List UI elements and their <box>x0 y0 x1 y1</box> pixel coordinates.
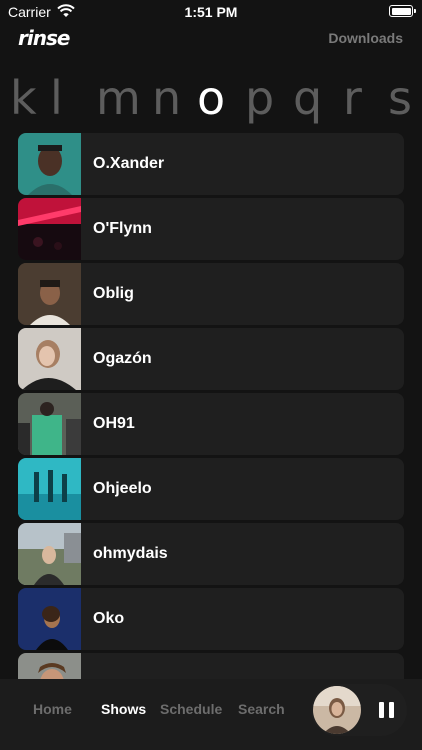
artist-name: O'Flynn <box>93 220 152 237</box>
artist-photo <box>18 198 81 260</box>
artist-row[interactable]: Oblig <box>18 263 404 325</box>
artist-name: Ohjeelo <box>93 480 152 497</box>
letter-l[interactable]: l <box>50 70 63 126</box>
letter-o[interactable]: o <box>197 70 225 126</box>
artist-row[interactable]: Ogazón <box>18 328 404 390</box>
artist-name: OH91 <box>93 415 135 432</box>
tab-search[interactable]: Search <box>238 701 285 717</box>
artist-row[interactable]: Oko <box>18 588 404 650</box>
letter-n[interactable]: n <box>152 70 181 126</box>
artist-photo <box>18 588 81 650</box>
artist-name: Oko <box>93 610 125 627</box>
artist-row[interactable]: ohmydais <box>18 523 404 585</box>
app-header: rinse Downloads <box>0 24 422 64</box>
artist-row[interactable]: O.Xander <box>18 133 404 195</box>
pause-icon[interactable] <box>379 702 394 718</box>
tab-shows[interactable]: Shows <box>101 701 146 717</box>
letter-r[interactable]: r <box>343 70 362 126</box>
clock: 1:51 PM <box>184 4 238 20</box>
artist-photo <box>18 393 81 455</box>
letter-p[interactable]: p <box>245 70 274 126</box>
artist-row[interactable]: Ohjeelo <box>18 458 404 520</box>
artist-row[interactable] <box>18 653 404 679</box>
artist-photo <box>18 458 81 520</box>
mini-player[interactable] <box>311 684 407 736</box>
letter-q[interactable]: q <box>293 70 322 126</box>
battery-icon <box>389 5 416 17</box>
artist-name: Oblig <box>93 285 134 302</box>
tab-home[interactable]: Home <box>33 701 72 717</box>
artist-row[interactable]: OH91 <box>18 393 404 455</box>
artist-row[interactable]: O'Flynn <box>18 198 404 260</box>
tab-schedule[interactable]: Schedule <box>160 701 222 717</box>
artist-photo <box>18 263 81 325</box>
letter-s[interactable]: s <box>388 70 412 126</box>
artist-name: ohmydais <box>93 545 168 562</box>
artist-photo <box>18 523 81 585</box>
downloads-button[interactable]: Downloads <box>328 30 403 46</box>
status-bar: Carrier 1:51 PM <box>0 0 422 24</box>
artist-name: O.Xander <box>93 155 165 172</box>
artist-name: Ogazón <box>93 350 152 367</box>
artist-photo <box>18 133 81 195</box>
now-playing-artwork[interactable] <box>313 686 361 734</box>
rinse-logo: rinse <box>18 26 70 50</box>
artist-photo <box>18 328 81 390</box>
alphabet-scroller[interactable]: klmnopqrs <box>0 68 422 128</box>
artist-list[interactable]: O.Xander O'Flynn Oblig Ogazón OH91 Ohjeelo ohm… <box>18 133 404 679</box>
artist-photo <box>18 653 81 679</box>
letter-k[interactable]: k <box>10 70 37 126</box>
letter-m[interactable]: m <box>96 70 141 126</box>
